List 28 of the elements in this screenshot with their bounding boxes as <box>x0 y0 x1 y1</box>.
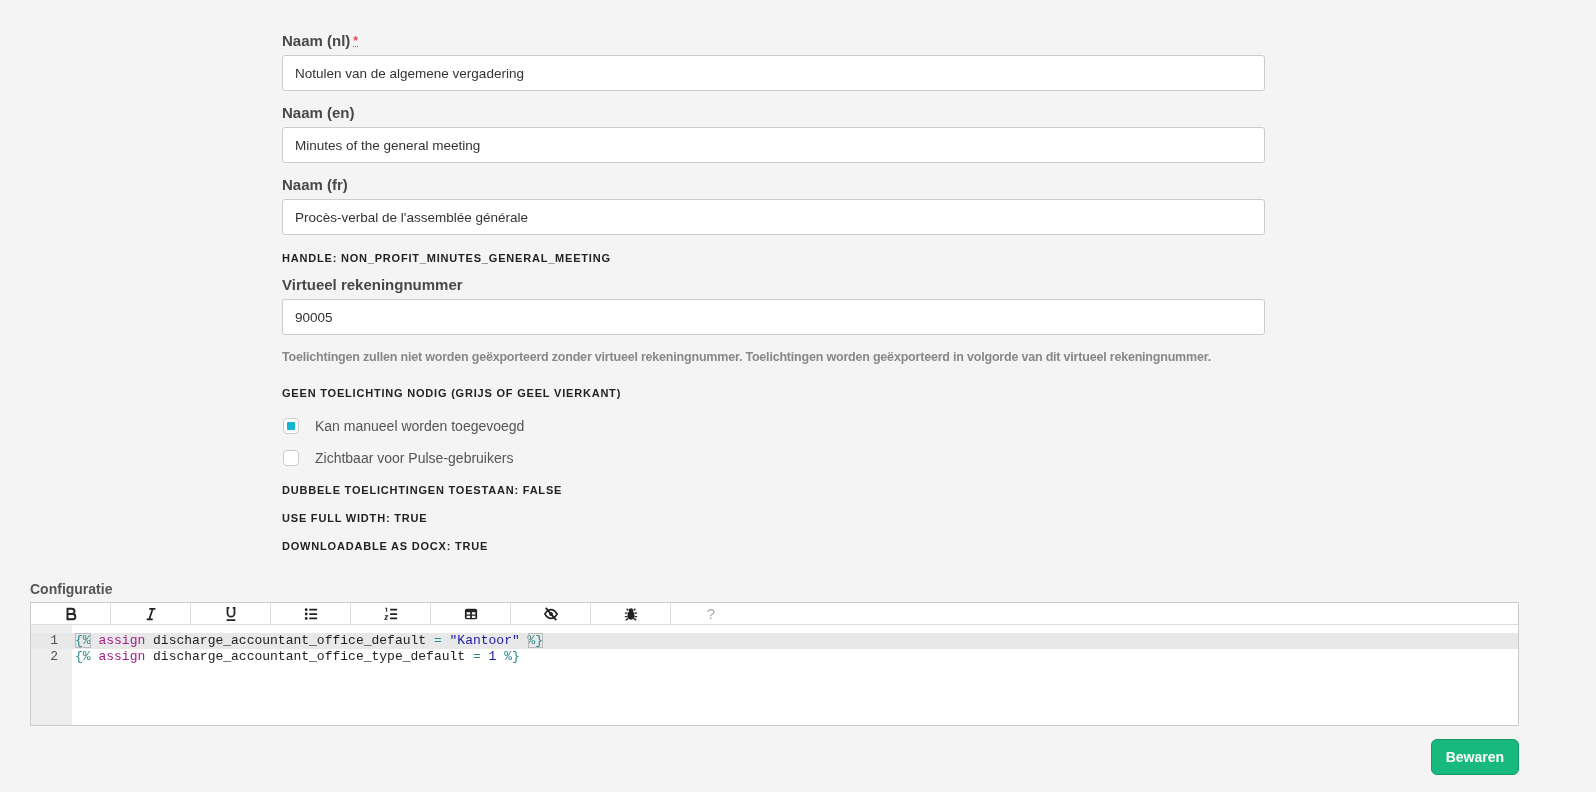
field-label: Naam (fr) <box>282 176 348 193</box>
info-text: DUBBELE TOELICHTINGEN TOESTAAN: FALSE <box>282 483 563 497</box>
text-field[interactable]: Notulen van de algemene vergadering <box>282 55 1265 91</box>
info-text: DOWNLOADABLE AS DOCX: TRUE <box>282 539 489 553</box>
text-field[interactable]: Minutes of the general meeting <box>282 127 1265 163</box>
info-text: USE FULL WIDTH: TRUE <box>282 511 428 525</box>
text-field[interactable]: Procès-verbal de l'assemblée générale <box>282 199 1265 235</box>
field-label: Naam (en) <box>282 104 355 121</box>
numbered-list-icon <box>383 606 398 621</box>
checkbox[interactable] <box>283 450 299 466</box>
table-icon <box>463 606 478 621</box>
eye-slash-icon <box>543 606 558 621</box>
field-label: Virtueel rekeningnummer <box>282 276 463 293</box>
bullet-list-icon <box>303 606 318 621</box>
checkbox-label[interactable]: Kan manueel worden toegevoegd <box>315 418 525 434</box>
info-text: HANDLE: NON_PROFIT_MINUTES_GENERAL_MEETING <box>282 251 611 265</box>
editor-label: Configuratie <box>30 580 113 599</box>
help-text: Toelichtingen zullen niet worden geëxporteerd zonder virtueel rekeningnummer. Toelichtingen worden geëxporteerd in volgorde van dit virtueel rekeningnummer. <box>282 349 1211 365</box>
line-number: 2 <box>49 649 59 665</box>
field-label: Naam (nl) <box>282 32 351 49</box>
code-line: {% assign discharge_accountant_office_type_default = 1 %} <box>74 649 521 665</box>
bug-icon <box>623 606 638 621</box>
checkbox[interactable] <box>283 418 299 434</box>
required-mark: * <box>353 34 358 48</box>
group-heading: GEEN TOELICHTING NODIG (GRIJS OF GEEL VIERKANT) <box>282 386 622 400</box>
text-field[interactable]: 90005 <box>282 299 1265 335</box>
checkbox-label[interactable]: Zichtbaar voor Pulse-gebruikers <box>315 450 514 466</box>
line-number: 1 <box>31 633 72 649</box>
